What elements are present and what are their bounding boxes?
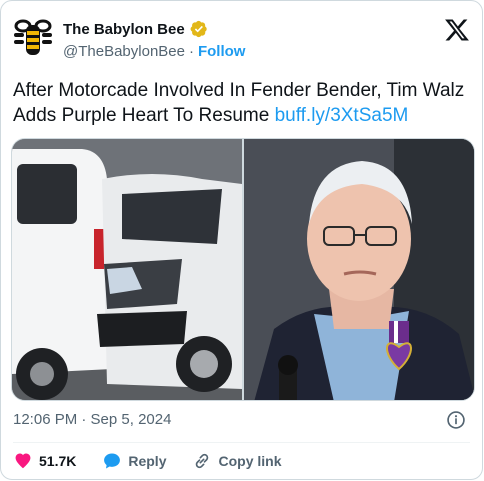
tweet-actions: 51.7K Reply Copy link [13,449,308,473]
like-count: 51.7K [39,453,77,469]
author-handle[interactable]: @TheBabylonBee [63,43,185,60]
copy-link-button[interactable]: Copy link [192,451,282,471]
reply-label: Reply [128,453,167,469]
reply-bubble-icon [104,453,121,469]
photo-tim-walz[interactable] [244,139,474,400]
tweet-card[interactable]: The Babylon Bee @TheBabylonBee · Follow … [0,0,483,480]
fender-bender-illustration [12,139,242,400]
tweet-link[interactable]: buff.ly/3XtSa5M [275,105,409,126]
photo-fender-bender[interactable] [12,139,242,400]
verified-badge-icon [190,20,207,38]
x-logo-icon[interactable] [444,17,470,43]
babylon-bee-logo-icon [14,19,52,55]
info-icon[interactable] [446,410,466,430]
portrait-illustration [244,139,474,400]
like-button[interactable]: 51.7K [13,451,76,471]
tweet-timestamp[interactable]: 12:06 PM · Sep 5, 2024 [13,411,171,428]
copy-link-label: Copy link [218,453,282,469]
author-display-name[interactable]: The Babylon Bee [63,21,185,38]
heart-icon [15,453,31,469]
link-icon [196,453,209,469]
follow-button[interactable]: Follow [198,43,246,60]
tweet-media[interactable] [11,138,475,401]
reply-button[interactable]: Reply [102,451,166,471]
author-name-row: The Babylon Bee [63,20,208,38]
handle-separator: · [188,43,194,60]
author-avatar[interactable] [11,16,55,60]
tweet-text: After Motorcade Involved In Fender Bende… [13,78,475,128]
footer-divider [13,442,470,443]
author-handle-row: @TheBabylonBee · Follow [63,43,245,60]
